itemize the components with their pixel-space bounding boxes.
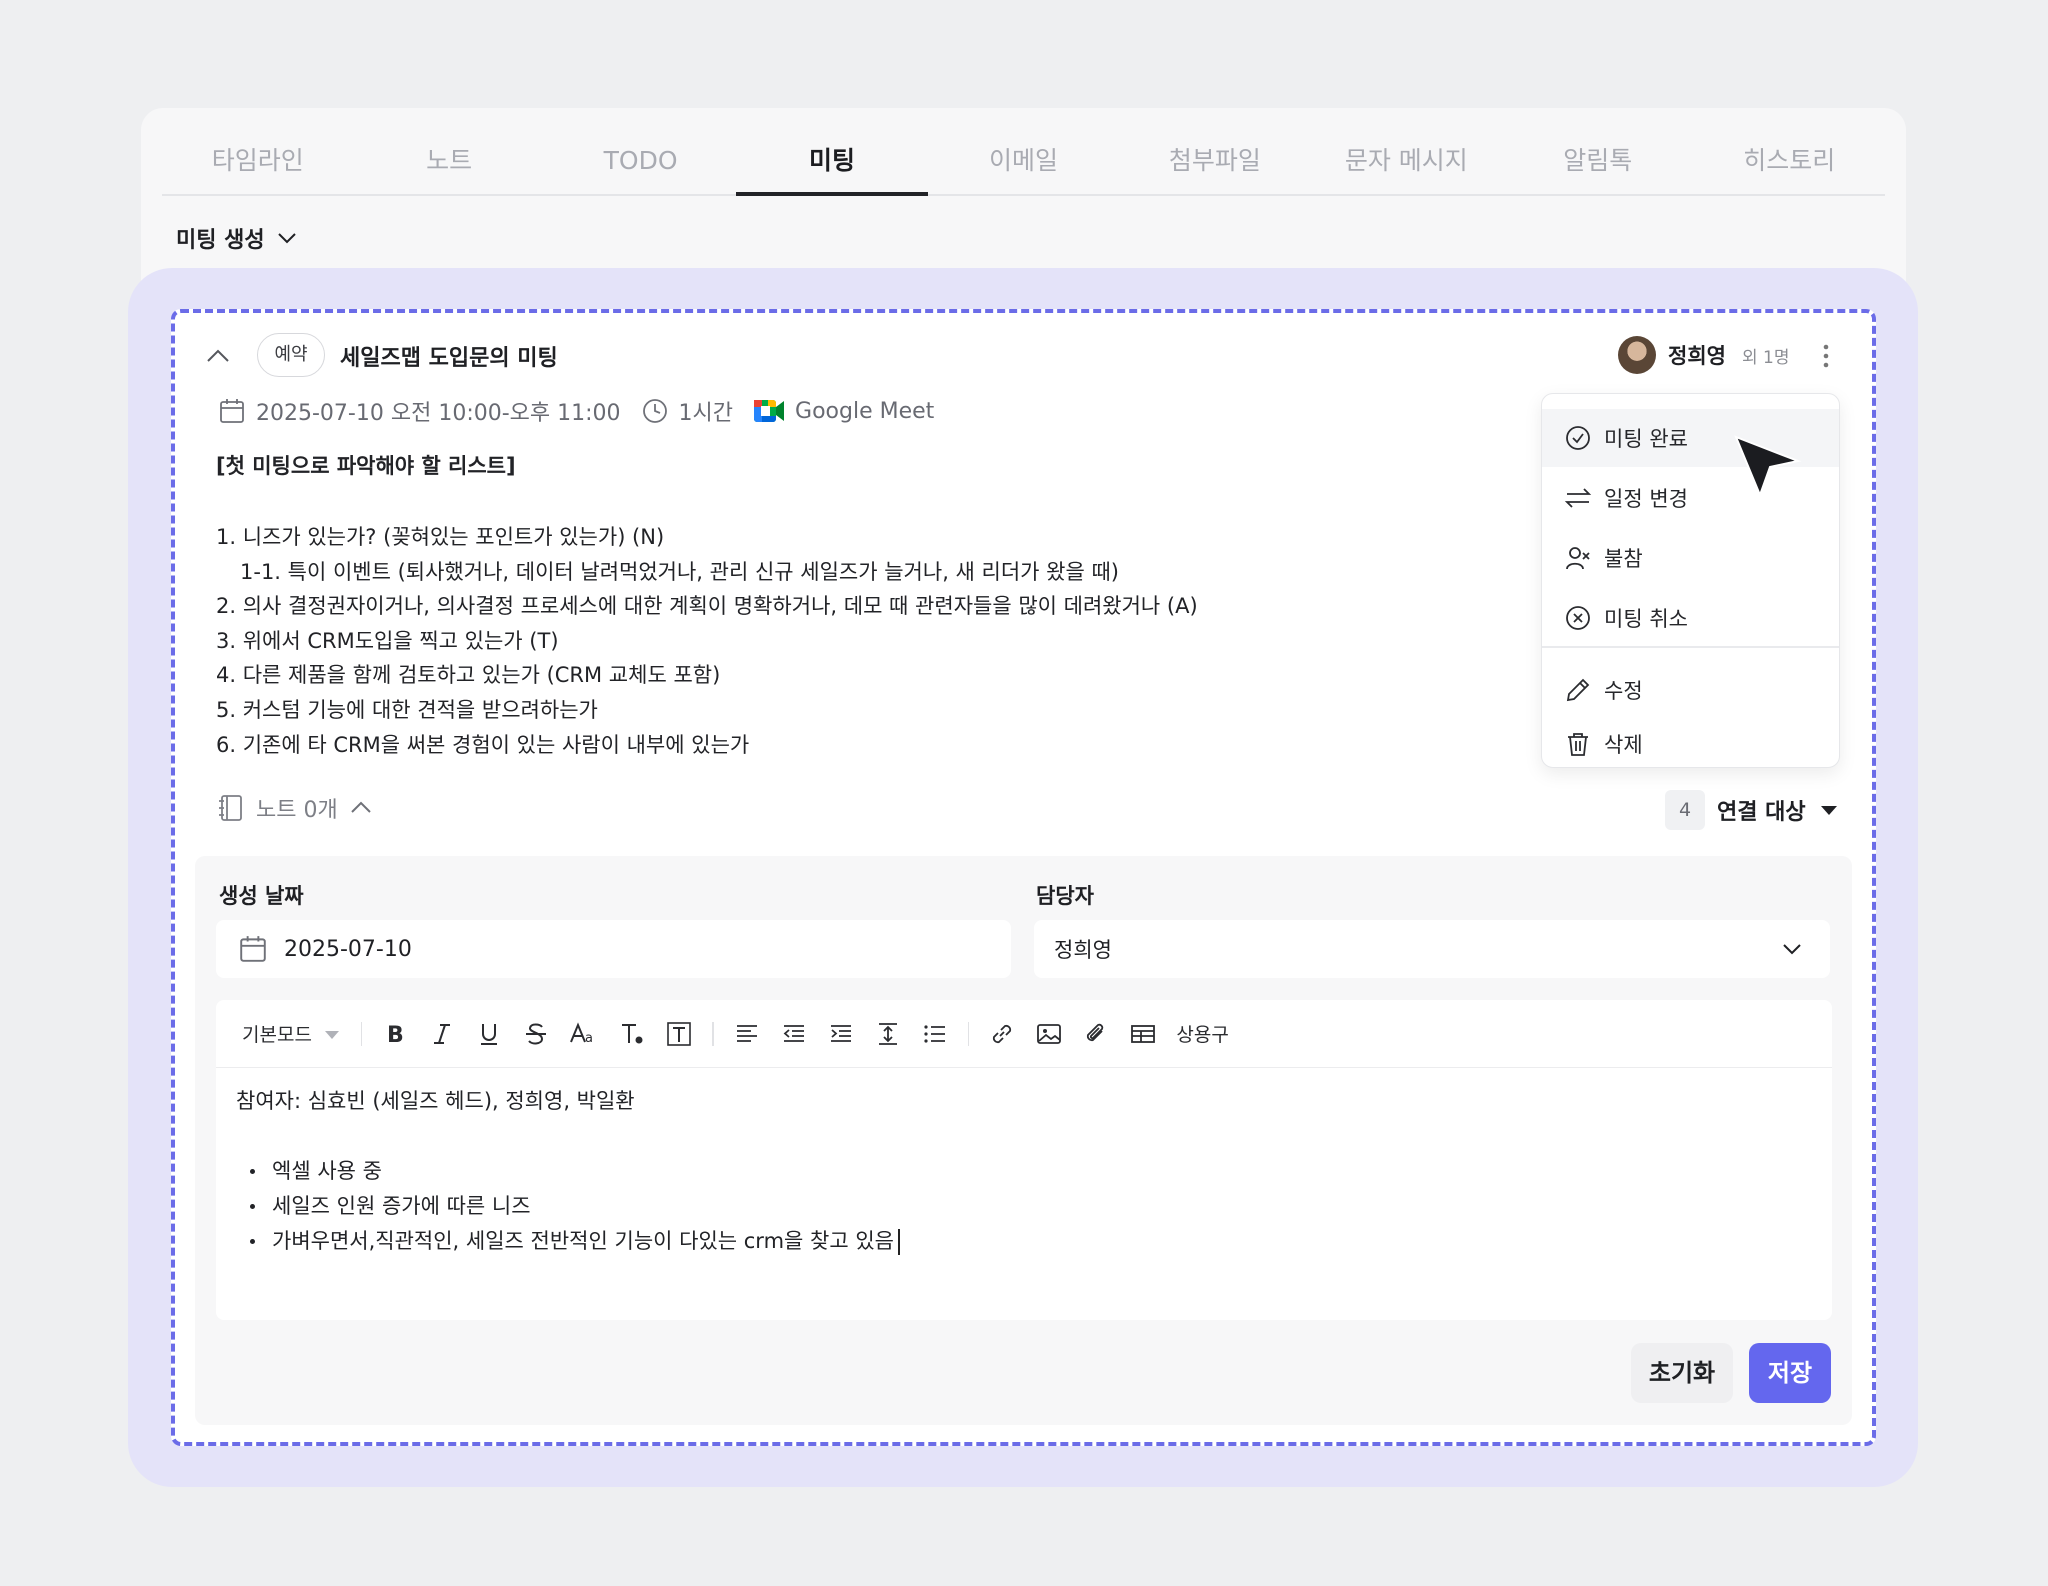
clock-icon bbox=[641, 397, 669, 425]
mouse-pointer-icon bbox=[1732, 433, 1802, 507]
menu-item-cancel-meeting[interactable]: 미팅 취소 bbox=[1542, 589, 1839, 647]
created-date-label: 생성 날짜 bbox=[219, 884, 304, 908]
participants-line: 참여자: 심효빈 (세일즈 헤드), 정희영, 박일환 bbox=[236, 1089, 635, 1113]
meeting-description: [첫 미팅으로 파악해야 할 리스트] 1. 니즈가 있는가? (꽂혀있는 포인… bbox=[216, 450, 1506, 762]
italic-icon[interactable] bbox=[428, 1020, 456, 1048]
menu-item-absent[interactable]: 불참 bbox=[1542, 529, 1839, 587]
chevron-up-icon bbox=[348, 795, 374, 821]
meeting-title: 세일즈맵 도입문의 미팅 bbox=[340, 346, 558, 371]
clear-format-icon[interactable] bbox=[618, 1020, 646, 1048]
meeting-platform: Google Meet bbox=[795, 398, 935, 424]
description-line: 6. 기존에 타 CRM을 써본 경험이 있는 사람이 내부에 있는가 bbox=[216, 732, 750, 757]
editor-toolbar: 기본모드 B a 상용구 bbox=[216, 1000, 1832, 1068]
owner-name: 정희영 bbox=[1668, 344, 1726, 368]
underline-icon[interactable] bbox=[475, 1020, 503, 1048]
x-circle-icon bbox=[1564, 604, 1592, 632]
mode-label: 기본모드 bbox=[242, 1024, 312, 1046]
phrases-label: 상용구 bbox=[1176, 1024, 1229, 1046]
notebook-icon bbox=[216, 793, 246, 823]
assignee-value: 정희영 bbox=[1054, 938, 1112, 962]
mode-select[interactable]: 기본모드 bbox=[242, 1020, 342, 1047]
menu-item-delete[interactable]: 삭제 bbox=[1542, 715, 1839, 767]
assignee-label: 담당자 bbox=[1036, 884, 1094, 908]
description-line: 4. 다른 제품을 함께 검토하고 있는가 (CRM 교체도 포함) bbox=[216, 663, 721, 688]
image-icon[interactable] bbox=[1035, 1020, 1063, 1048]
tab-bar: 타임라인 노트 TODO 미팅 이메일 첨부파일 문자 메시지 알림톡 히스토리 bbox=[162, 130, 1885, 196]
tab-notes[interactable]: 노트 bbox=[353, 130, 544, 194]
google-meet-icon bbox=[753, 398, 785, 424]
attachment-icon[interactable] bbox=[1082, 1020, 1110, 1048]
font-size-icon[interactable]: a bbox=[569, 1020, 599, 1048]
create-meeting-label: 미팅 생성 bbox=[176, 228, 265, 253]
chevron-down-icon bbox=[1780, 937, 1804, 961]
list-item: 엑셀 사용 중 bbox=[236, 1154, 900, 1189]
svg-text:B: B bbox=[387, 1023, 404, 1048]
linked-targets-label: 연결 대상 bbox=[1717, 800, 1806, 825]
meeting-duration: 1시간 bbox=[678, 401, 734, 426]
tab-timeline[interactable]: 타임라인 bbox=[162, 130, 353, 194]
description-line: 2. 의사 결정권자이거나, 의사결정 프로세스에 대한 계획이 명확하거나, … bbox=[216, 594, 1198, 619]
meeting-datetime: 2025-07-10 오전 10:00-오후 11:00 bbox=[256, 401, 621, 426]
tab-alimtalk[interactable]: 알림톡 bbox=[1502, 130, 1693, 194]
description-line: 1. 니즈가 있는가? (꽂혀있는 포인트가 있는가) (N) bbox=[216, 525, 665, 549]
owner-extra-count: 외 1명 bbox=[1741, 347, 1790, 368]
description-heading: [첫 미팅으로 파악해야 할 리스트] bbox=[216, 454, 516, 478]
tab-meeting[interactable]: 미팅 bbox=[736, 130, 929, 196]
tab-email[interactable]: 이메일 bbox=[928, 130, 1119, 194]
description-line: 1-1. 특이 이벤트 (퇴사했거나, 데이터 날려먹었거나, 관리 신규 세일… bbox=[240, 559, 1120, 584]
text-caret bbox=[897, 1228, 900, 1255]
list-item: 가벼우면서,직관적인, 세일즈 전반적인 기능이 다있는 crm을 찾고 있음 bbox=[236, 1224, 900, 1259]
status-badge: 예약 bbox=[257, 333, 325, 377]
bullet-list-icon[interactable] bbox=[921, 1020, 949, 1048]
tab-sms[interactable]: 문자 메시지 bbox=[1311, 130, 1502, 194]
tab-todo[interactable]: TODO bbox=[545, 130, 736, 194]
calendar-icon bbox=[218, 397, 246, 425]
editor-content[interactable]: 참여자: 심효빈 (세일즈 헤드), 정희영, 박일환 엑셀 사용 중 세일즈 … bbox=[236, 1084, 900, 1259]
indent-icon[interactable] bbox=[827, 1020, 855, 1048]
meeting-owner[interactable]: 정희영 외 1명 bbox=[1618, 336, 1789, 374]
bold-icon[interactable]: B bbox=[381, 1020, 409, 1048]
phrases-button[interactable]: 상용구 bbox=[1176, 1020, 1228, 1047]
pencil-icon bbox=[1564, 676, 1592, 704]
created-date-value: 2025-07-10 bbox=[284, 936, 412, 962]
description-line: 5. 커스텀 기능에 대한 견적을 받으려하는가 bbox=[216, 697, 598, 722]
avatar bbox=[1618, 336, 1656, 374]
chevron-down-icon bbox=[275, 226, 299, 250]
collapse-chevron-up-icon[interactable] bbox=[205, 343, 231, 373]
tab-attachments[interactable]: 첨부파일 bbox=[1119, 130, 1310, 194]
align-left-icon[interactable] bbox=[733, 1020, 761, 1048]
table-icon[interactable] bbox=[1129, 1020, 1157, 1048]
swap-arrows-icon bbox=[1564, 484, 1592, 512]
list-item: 세일즈 인원 증가에 따른 니즈 bbox=[236, 1189, 900, 1224]
reset-button[interactable]: 초기화 bbox=[1631, 1343, 1733, 1403]
notes-toggle[interactable]: 노트 0개 bbox=[216, 792, 374, 824]
save-button[interactable]: 저장 bbox=[1749, 1343, 1831, 1403]
menu-item-edit[interactable]: 수정 bbox=[1542, 661, 1839, 719]
check-circle-icon bbox=[1564, 424, 1592, 452]
link-icon[interactable] bbox=[988, 1020, 1016, 1048]
tab-history[interactable]: 히스토리 bbox=[1694, 130, 1885, 194]
line-height-icon[interactable] bbox=[874, 1020, 902, 1048]
notes-count-label: 노트 0개 bbox=[256, 798, 338, 823]
create-meeting-dropdown[interactable]: 미팅 생성 bbox=[176, 222, 299, 254]
outdent-icon[interactable] bbox=[780, 1020, 808, 1048]
user-x-icon bbox=[1564, 544, 1592, 572]
trash-icon bbox=[1564, 730, 1592, 758]
menu-divider bbox=[1542, 646, 1839, 648]
linked-targets-dropdown[interactable]: 4 연결 대상 bbox=[1665, 790, 1840, 830]
linked-count-badge: 4 bbox=[1665, 790, 1705, 830]
strikethrough-icon[interactable] bbox=[522, 1020, 550, 1048]
calendar-icon bbox=[238, 934, 268, 964]
rich-text-editor[interactable]: 기본모드 B a 상용구 참여자: 심효빈 (세일즈 헤드), 정희영, 박일환… bbox=[216, 1000, 1832, 1320]
svg-text:a: a bbox=[585, 1031, 593, 1046]
created-date-field[interactable]: 2025-07-10 bbox=[216, 920, 1011, 978]
meeting-meta: 2025-07-10 오전 10:00-오후 11:00 1시간 Google … bbox=[218, 395, 934, 427]
more-options-icon[interactable] bbox=[1816, 340, 1836, 378]
caret-down-icon bbox=[322, 1024, 342, 1044]
text-style-icon[interactable] bbox=[665, 1020, 693, 1048]
assignee-select[interactable]: 정희영 bbox=[1034, 920, 1830, 978]
description-line: 3. 위에서 CRM도입을 찍고 있는가 (T) bbox=[216, 628, 559, 653]
caret-down-icon bbox=[1818, 799, 1840, 821]
